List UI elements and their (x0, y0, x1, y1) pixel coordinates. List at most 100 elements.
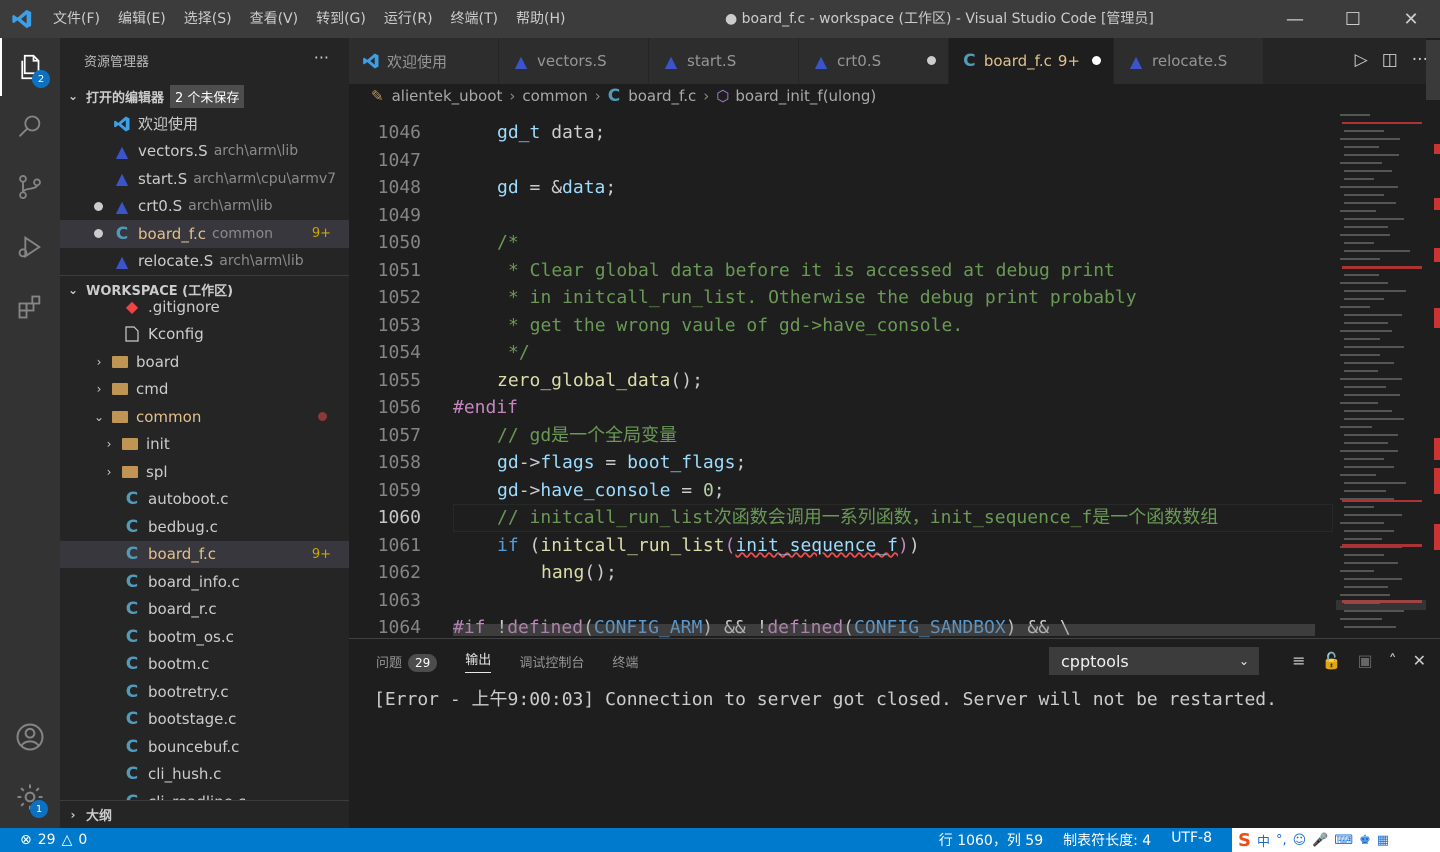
tree-item-kconfig[interactable]: Kconfig (60, 321, 349, 349)
tab-relocate[interactable]: ▲ relocate.S (1114, 38, 1264, 84)
tab-crt0[interactable]: ▲ crt0.S (799, 38, 949, 84)
tab-board-f[interactable]: C board_f.c 9+ (949, 38, 1114, 84)
menu-file[interactable]: 文件(F) (44, 0, 109, 38)
tab-vectors[interactable]: ▲ vectors.S (499, 38, 649, 84)
open-editor-relocate[interactable]: ▲ relocate.S arch\arm\lib (60, 248, 349, 276)
chevron-right-icon: › (594, 87, 601, 105)
tree-item-label: init (146, 435, 170, 454)
line-number: 1047 (377, 149, 421, 171)
outline-section[interactable]: › 大纲 (60, 800, 349, 828)
run-play-icon[interactable]: ▷ (1355, 50, 1368, 70)
problems-status[interactable]: ⊗ 29 △ 0 (0, 832, 87, 848)
horizontal-scrollbar[interactable] (453, 624, 1315, 636)
maximize-button[interactable]: ☐ (1324, 0, 1382, 38)
close-panel-icon[interactable]: ✕ (1413, 651, 1426, 670)
tree-item-file[interactable]: Cbootm_os.c (60, 623, 349, 651)
unsaved-dot-icon[interactable] (94, 229, 103, 239)
tree-item-init[interactable]: › init (60, 431, 349, 459)
breadcrumb-item[interactable]: common (522, 87, 587, 105)
tab-problems[interactable]: 问题 29 (376, 652, 438, 672)
tree-item-file[interactable]: Cbedbug.c (60, 513, 349, 541)
copy-icon[interactable]: ▣ (1357, 651, 1372, 670)
open-editor-start[interactable]: ▲ start.S arch\arm\cpu\armv7 (60, 165, 349, 193)
breadcrumb-item[interactable]: board_init_f(ulong) (735, 87, 876, 105)
minimize-button[interactable]: — (1266, 0, 1324, 38)
tree-item-spl[interactable]: › spl (60, 458, 349, 486)
tab-unsaved-dot[interactable] (1080, 53, 1101, 69)
breadcrumb-item[interactable]: alientek_uboot (392, 87, 503, 105)
clear-output-icon[interactable]: ≡ (1292, 651, 1305, 670)
problem-count-badge: 9+ (311, 226, 331, 242)
settings-gear-icon[interactable]: 1 (0, 768, 60, 826)
tab-size[interactable]: 制表符长度: 4 (1063, 830, 1151, 850)
tree-item-board[interactable]: › board (60, 348, 349, 376)
toolbox-icon[interactable]: ▦ (1377, 833, 1389, 848)
minimap[interactable] (1336, 108, 1426, 638)
more-actions-icon[interactable]: ··· (314, 48, 329, 67)
tree-item-common[interactable]: ⌄ common (60, 403, 349, 431)
maximize-panel-icon[interactable]: ˄ (1389, 651, 1397, 670)
tab-welcome[interactable]: 欢迎使用 (349, 38, 499, 84)
tab-terminal[interactable]: 终端 (612, 652, 638, 671)
ime-toolbar[interactable]: S 中 °, ☺ 🎤 ⌨ ♚ ▦ (1232, 828, 1440, 852)
code-editor[interactable]: 1046 gd_t data; 1047 1048 gd = &data; 1049… (349, 108, 1426, 638)
open-editor-welcome[interactable]: 欢迎使用 (60, 110, 349, 138)
ime-language[interactable]: 中 (1257, 831, 1270, 850)
open-editors-section[interactable]: ⌄ 打开的编辑器 2 个未保存 (60, 82, 349, 110)
c-file-icon: C (125, 544, 139, 565)
lock-scroll-icon[interactable]: 🔓 (1322, 651, 1342, 670)
open-editor-vectors[interactable]: ▲ vectors.S arch\arm\lib (60, 138, 349, 166)
code-line: 1049 (349, 202, 1349, 230)
explorer-icon[interactable]: 2 (0, 38, 60, 96)
punctuation-icon[interactable]: °, (1276, 833, 1287, 848)
search-icon[interactable] (0, 98, 60, 156)
explorer-header: 资源管理器 ··· (60, 38, 349, 82)
tree-item-file[interactable]: Cboard_info.c (60, 568, 349, 596)
tree-item-file[interactable]: Cboard_r.c (60, 596, 349, 624)
menu-help[interactable]: 帮助(H) (507, 0, 574, 38)
tree-item-label: cli_hush.c (148, 765, 222, 784)
skin-icon[interactable]: ♚ (1359, 833, 1371, 848)
tree-item-file[interactable]: Cautoboot.c (60, 486, 349, 514)
breadcrumb-item[interactable]: board_f.c (628, 87, 696, 105)
tab-debug-console[interactable]: 调试控制台 (519, 652, 584, 671)
tree-item-file-selected[interactable]: Cboard_f.c 9+ (60, 540, 349, 568)
tab-start[interactable]: ▲ start.S (649, 38, 799, 84)
open-editor-board-f[interactable]: C board_f.c common 9+ (60, 220, 349, 248)
tree-item-file[interactable]: Cbootm.c (60, 651, 349, 679)
tree-item-gitignore[interactable]: ◆ .gitignore (60, 293, 349, 321)
vertical-scrollbar[interactable] (1426, 38, 1440, 638)
split-editor-icon[interactable]: ◫ (1382, 50, 1398, 70)
close-window-button[interactable]: ✕ (1382, 0, 1440, 38)
menu-terminal[interactable]: 终端(T) (442, 0, 507, 38)
tab-output[interactable]: 输出 (465, 649, 492, 673)
menu-edit[interactable]: 编辑(E) (109, 0, 175, 38)
open-editor-name: crt0.S (138, 197, 183, 216)
run-debug-icon[interactable] (0, 218, 60, 276)
mic-icon[interactable]: 🎤 (1312, 833, 1328, 848)
menu-selection[interactable]: 选择(S) (175, 0, 241, 38)
extensions-icon[interactable] (0, 278, 60, 336)
tree-item-file[interactable]: Cbootretry.c (60, 678, 349, 706)
menu-go[interactable]: 转到(G) (307, 0, 375, 38)
tab-unsaved-dot[interactable] (915, 53, 936, 69)
keyboard-icon[interactable]: ⌨ (1334, 833, 1353, 848)
accounts-icon[interactable] (0, 708, 60, 766)
cursor-position[interactable]: 行 1060，列 59 (939, 830, 1043, 850)
tree-item-cmd[interactable]: › cmd (60, 376, 349, 404)
menu-run[interactable]: 运行(R) (375, 0, 442, 38)
function-cube-icon: ⬡ (716, 87, 730, 105)
open-editor-crt0[interactable]: ▲ crt0.S arch\arm\lib (60, 193, 349, 221)
output-channel-select[interactable]: cpptools ⌄ (1049, 647, 1259, 675)
tree-item-file[interactable]: Cbouncebuf.c (60, 733, 349, 761)
encoding[interactable]: UTF-8 (1171, 830, 1212, 850)
tree-item-file[interactable]: Ccli_hush.c (60, 761, 349, 789)
emoji-icon[interactable]: ☺ (1293, 833, 1307, 848)
source-control-icon[interactable] (0, 158, 60, 216)
menu-view[interactable]: 查看(V) (241, 0, 308, 38)
tree-item-label: common (136, 407, 202, 426)
unsaved-dot-icon[interactable] (94, 201, 103, 211)
outline-label: 大纲 (86, 809, 113, 824)
line-number: 1064 (377, 617, 421, 638)
tree-item-file[interactable]: Cbootstage.c (60, 706, 349, 734)
